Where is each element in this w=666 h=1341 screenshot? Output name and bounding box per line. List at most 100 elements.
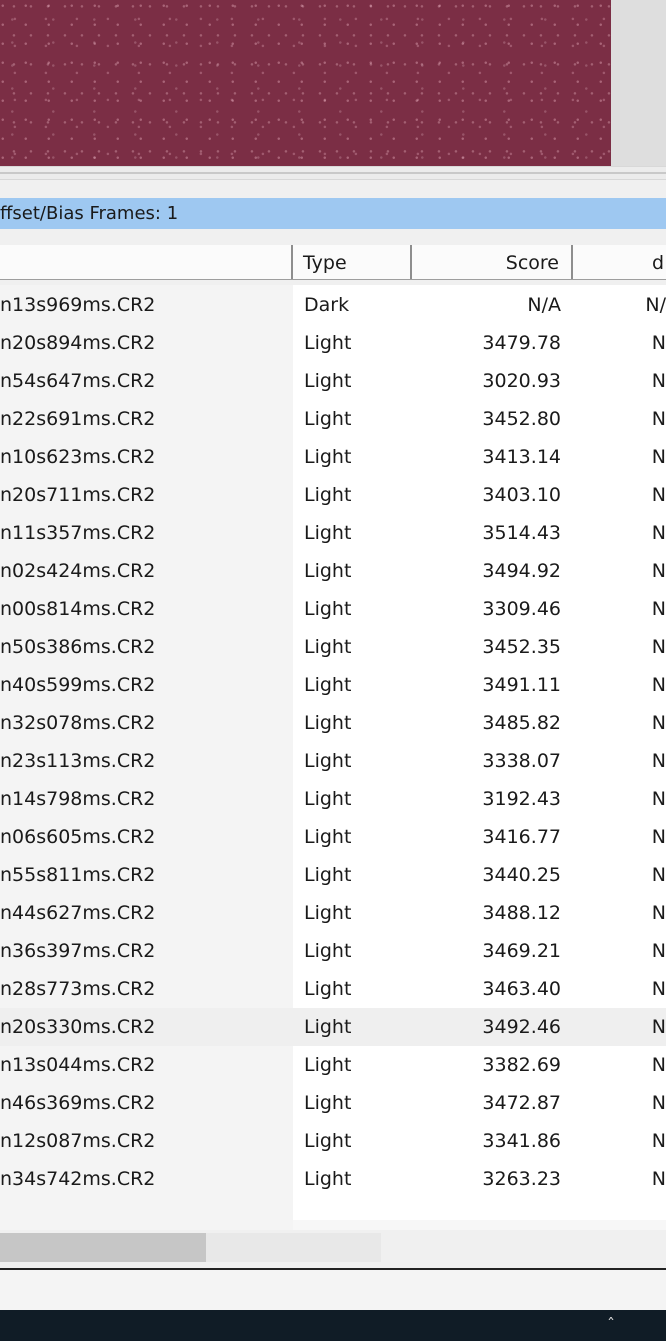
- row-d: N: [651, 370, 666, 392]
- group-label: ffset/Bias Frames: 1: [0, 203, 179, 224]
- row-score: 3492.46: [482, 1016, 561, 1038]
- row-type: Light: [304, 1130, 352, 1152]
- preview-side-panel: [611, 0, 666, 166]
- scrollbar-thumb[interactable]: [0, 1233, 206, 1262]
- image-preview: [0, 0, 611, 166]
- row-d: N: [651, 1168, 666, 1190]
- row-d: N: [651, 826, 666, 848]
- row-type: Light: [304, 1054, 352, 1076]
- row-file-name: n34s742ms.CR2: [0, 1168, 156, 1190]
- row-d: N: [651, 1092, 666, 1114]
- table-row[interactable]: n40s599ms.CR2 Light 3491.11 N: [0, 666, 666, 704]
- table-row[interactable]: n36s397ms.CR2 Light 3469.21 N: [0, 932, 666, 970]
- row-d: N: [651, 674, 666, 696]
- table-row[interactable]: n11s357ms.CR2 Light 3514.43 N: [0, 514, 666, 552]
- table-row[interactable]: n20s711ms.CR2 Light 3403.10 N: [0, 476, 666, 514]
- row-type: Light: [304, 332, 352, 354]
- table-row[interactable]: n06s605ms.CR2 Light 3416.77 N: [0, 818, 666, 856]
- table-row[interactable]: n54s647ms.CR2 Light 3020.93 N: [0, 362, 666, 400]
- table-row[interactable]: n20s330ms.CR2 Light 3492.46 N: [0, 1008, 666, 1046]
- column-header-type[interactable]: Type: [293, 245, 412, 279]
- row-type: Light: [304, 788, 352, 810]
- row-d: N: [651, 332, 666, 354]
- scrollbar-track[interactable]: [206, 1233, 381, 1262]
- row-d: N: [651, 560, 666, 582]
- row-d: N: [651, 978, 666, 1000]
- horizontal-scrollbar[interactable]: [0, 1231, 666, 1264]
- row-score: 3413.14: [482, 446, 561, 468]
- row-type: Light: [304, 1092, 352, 1114]
- row-type: Light: [304, 826, 352, 848]
- table-row[interactable]: n13s969ms.CR2 Dark N/A N/: [0, 286, 666, 324]
- row-d: N: [651, 1130, 666, 1152]
- row-type: Light: [304, 902, 352, 924]
- row-score: 3192.43: [482, 788, 561, 810]
- row-type: Light: [304, 560, 352, 582]
- row-type: Light: [304, 674, 352, 696]
- row-type: Light: [304, 408, 352, 430]
- row-score: 3403.10: [482, 484, 561, 506]
- row-file-name: n40s599ms.CR2: [0, 674, 156, 696]
- row-score: 3452.80: [482, 408, 561, 430]
- table-row[interactable]: n14s798ms.CR2 Light 3192.43 N: [0, 780, 666, 818]
- row-score: 3020.93: [482, 370, 561, 392]
- table-row[interactable]: n13s044ms.CR2 Light 3382.69 N: [0, 1046, 666, 1084]
- group-header-offset-bias[interactable]: ffset/Bias Frames: 1: [0, 198, 666, 229]
- row-score: 3491.11: [482, 674, 561, 696]
- table-row[interactable]: n00s814ms.CR2 Light 3309.46 N: [0, 590, 666, 628]
- list-empty-area: [293, 1220, 666, 1230]
- row-d: N: [651, 864, 666, 886]
- row-d: N: [651, 750, 666, 772]
- row-file-name: n02s424ms.CR2: [0, 560, 156, 582]
- table-row[interactable]: n44s627ms.CR2 Light 3488.12 N: [0, 894, 666, 932]
- row-type: Light: [304, 636, 352, 658]
- table-row[interactable]: n32s078ms.CR2 Light 3485.82 N: [0, 704, 666, 742]
- table-row[interactable]: n12s087ms.CR2 Light 3341.86 N: [0, 1122, 666, 1160]
- column-header-d[interactable]: d: [573, 245, 666, 279]
- column-header-score[interactable]: Score: [412, 245, 573, 279]
- row-score: 3488.12: [482, 902, 561, 924]
- row-score: 3416.77: [482, 826, 561, 848]
- table-row[interactable]: n34s742ms.CR2 Light 3263.23 N: [0, 1160, 666, 1198]
- row-d: N/: [645, 294, 666, 316]
- table-row[interactable]: n22s691ms.CR2 Light 3452.80 N: [0, 400, 666, 438]
- pane-splitter[interactable]: [0, 166, 666, 180]
- row-file-name: n54s647ms.CR2: [0, 370, 156, 392]
- table-row[interactable]: n50s386ms.CR2 Light 3452.35 N: [0, 628, 666, 666]
- tray-icon[interactable]: ˆ: [604, 1317, 618, 1333]
- row-file-name: n50s386ms.CR2: [0, 636, 156, 658]
- row-file-name: n13s969ms.CR2: [0, 294, 156, 316]
- list-header: Type Score d: [0, 245, 666, 280]
- row-score: 3338.07: [482, 750, 561, 772]
- row-type: Dark: [304, 294, 350, 316]
- row-d: N: [651, 1016, 666, 1038]
- row-score: 3485.82: [482, 712, 561, 734]
- row-type: Light: [304, 940, 352, 962]
- row-file-name: n20s330ms.CR2: [0, 1016, 156, 1038]
- row-file-name: n23s113ms.CR2: [0, 750, 156, 772]
- row-type: Light: [304, 598, 352, 620]
- row-file-name: n46s369ms.CR2: [0, 1092, 156, 1114]
- row-d: N: [651, 408, 666, 430]
- row-file-name: n22s691ms.CR2: [0, 408, 156, 430]
- row-file-name: n55s811ms.CR2: [0, 864, 156, 886]
- row-file-name: n32s078ms.CR2: [0, 712, 156, 734]
- column-header-file[interactable]: [0, 245, 293, 279]
- row-score: 3263.23: [482, 1168, 561, 1190]
- row-file-name: n11s357ms.CR2: [0, 522, 156, 544]
- table-row[interactable]: n10s623ms.CR2 Light 3413.14 N: [0, 438, 666, 476]
- row-d: N: [651, 902, 666, 924]
- row-d: N: [651, 712, 666, 734]
- row-score: 3469.21: [482, 940, 561, 962]
- table-row[interactable]: n55s811ms.CR2 Light 3440.25 N: [0, 856, 666, 894]
- table-row[interactable]: n46s369ms.CR2 Light 3472.87 N: [0, 1084, 666, 1122]
- table-row[interactable]: n23s113ms.CR2 Light 3338.07 N: [0, 742, 666, 780]
- table-row[interactable]: n02s424ms.CR2 Light 3494.92 N: [0, 552, 666, 590]
- table-row[interactable]: n28s773ms.CR2 Light 3463.40 N: [0, 970, 666, 1008]
- row-file-name: n00s814ms.CR2: [0, 598, 156, 620]
- row-d: N: [651, 598, 666, 620]
- row-score: N/A: [527, 294, 561, 316]
- row-d: N: [651, 522, 666, 544]
- table-row[interactable]: n20s894ms.CR2 Light 3479.78 N: [0, 324, 666, 362]
- row-d: N: [651, 1054, 666, 1076]
